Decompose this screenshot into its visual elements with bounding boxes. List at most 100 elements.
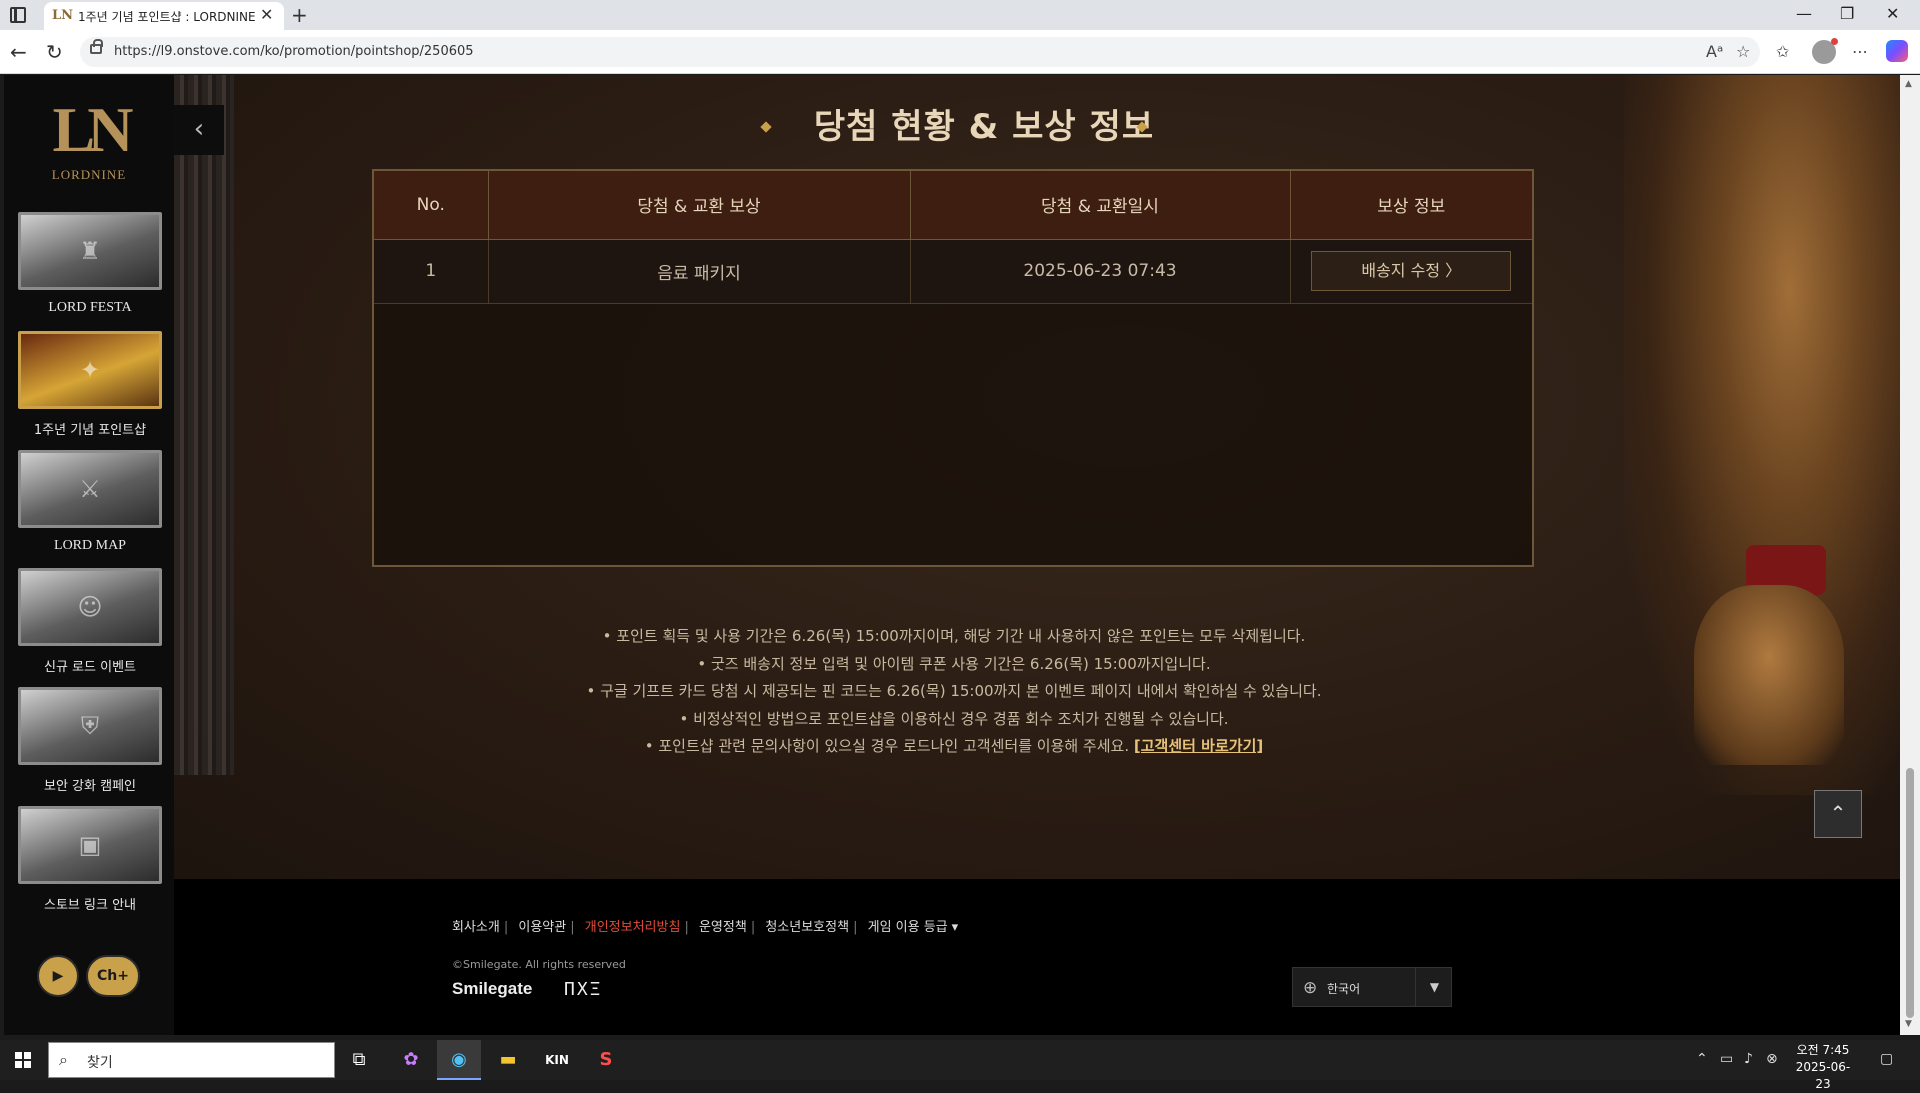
site-footer: 회사소개 | 이용약관 | 개인정보처리방침 | 운영정책 | 청소년보호정책 | 게임 … — [174, 879, 1900, 1035]
globe-icon: ⊕ — [1303, 978, 1318, 998]
notice-item: • 포인트 획득 및 사용 기간은 6.26(목) 15:00까지이며, 해당 … — [602, 627, 1306, 645]
youtube-icon[interactable]: ▶ — [37, 955, 79, 997]
page-scrollbar[interactable]: ▲ ▼ — [1900, 75, 1920, 1035]
scroll-thumb[interactable] — [1906, 768, 1914, 1018]
footer-link-privacy[interactable]: 개인정보처리방침 — [585, 920, 681, 935]
notice-item: • 구글 기프트 카드 당첨 시 제공되는 핀 코드는 6.26(목) 15:0… — [586, 682, 1322, 700]
sidebar-item-new-lord-event[interactable]: ☺ 신규 로드 이벤트 — [18, 568, 162, 678]
logo-mark: LN — [52, 94, 134, 165]
sidebar-item-label: LORD FESTA — [48, 300, 132, 315]
scroll-up-icon[interactable]: ▲ — [1905, 79, 1912, 89]
tab-title: 1주년 기념 포인트샵 : LORDNINE — [78, 10, 256, 24]
table-row: 1 음료 패키지 2025-06-23 07:43 배송지 수정 〉 — [374, 239, 1532, 304]
footer-link-youth[interactable]: 청소년보호정책 — [765, 920, 849, 935]
lordnine-favicon-icon: LN — [52, 8, 74, 23]
new-tab-icon[interactable]: + — [291, 3, 308, 27]
volume-icon[interactable]: ♪ — [1744, 1051, 1753, 1067]
sidebar-item-pointshop[interactable]: ✦ 1주년 기념 포인트샵 — [18, 331, 162, 441]
file-explorer-icon[interactable]: ▬ — [486, 1040, 530, 1080]
taskbar-clock[interactable]: 오전 7:45 2025-06-23 — [1790, 1042, 1856, 1093]
clock-time: 오전 7:45 — [1796, 1043, 1850, 1057]
web-page: LN LORDNINE ♜ LORD FESTA ✦ 1주년 기념 포인트샵 ⚔… — [4, 75, 1900, 1035]
footer-links: 회사소개 | 이용약관 | 개인정보처리방침 | 운영정책 | 청소년보호정책 | 게임 … — [452, 920, 959, 935]
copyright: ©Smilegate. All rights reserved — [452, 958, 626, 971]
sidebar-item-label: 신규 로드 이벤트 — [44, 660, 136, 675]
windows-start-icon[interactable] — [15, 1052, 31, 1068]
favorite-star-icon[interactable]: ☆ — [1736, 42, 1750, 61]
stove-link-thumbnail: ▣ — [18, 806, 162, 884]
column-header-datetime: 당첨 & 교환일시 — [910, 171, 1291, 240]
notification-icon[interactable]: ▢ — [1880, 1051, 1893, 1067]
tray-expand-icon[interactable]: ⌃ — [1696, 1051, 1708, 1067]
restore-icon[interactable]: ❐ — [1840, 4, 1854, 23]
sidebar-item-label: LORD MAP — [54, 538, 126, 553]
lordnine-logo[interactable]: LN LORDNINE — [24, 93, 154, 193]
section-title: 당첨 현황 & 보상 정보 — [813, 107, 1155, 147]
pointshop-thumbnail: ✦ — [18, 331, 162, 409]
event-sidebar: LN LORDNINE ♜ LORD FESTA ✦ 1주년 기념 포인트샵 ⚔… — [4, 75, 174, 1035]
notice-item-support: • 포인트샵 관련 문의사항이 있으실 경우 로드나인 고객센터를 이용해 주세… — [374, 733, 1534, 761]
kin-app-icon[interactable]: KIN — [535, 1040, 579, 1080]
column-header-reward-info: 보상 정보 — [1290, 171, 1532, 240]
footer-link-policy[interactable]: 운영정책 — [699, 920, 747, 935]
sidebar-item-security-campaign[interactable]: ⛨ 보안 강화 캠페인 — [18, 687, 162, 797]
smilegate-logo: Smilegate — [452, 979, 533, 998]
logo-text: LORDNINE — [51, 167, 127, 182]
footer-link-company[interactable]: 회사소개 — [452, 920, 500, 935]
sidebar-item-stove-link[interactable]: ▣ 스토브 링크 안내 — [18, 806, 162, 916]
window-close-icon[interactable]: ✕ — [1886, 4, 1899, 23]
back-icon[interactable]: ← — [10, 40, 27, 64]
column-header-reward: 당첨 & 교환 보상 — [488, 171, 911, 240]
tab-close-icon[interactable]: ✕ — [260, 5, 273, 24]
more-menu-icon[interactable]: ⋯ — [1852, 42, 1868, 61]
chevron-down-icon[interactable]: ▾ — [952, 920, 959, 935]
minimize-icon[interactable]: — — [1796, 4, 1812, 23]
url-field[interactable]: https://l9.onstove.com/ko/promotion/poin… — [80, 37, 1760, 67]
new-lord-thumbnail: ☺ — [18, 568, 162, 646]
taskbar-search-input[interactable]: ⌕ 찾기 — [48, 1042, 335, 1078]
channel-plus-icon[interactable]: Ch+ — [86, 955, 140, 997]
chevron-down-icon[interactable]: ▼ — [1415, 968, 1453, 1006]
edit-shipping-button[interactable]: 배송지 수정 〉 — [1311, 251, 1512, 291]
clock-date: 2025-06-23 — [1795, 1060, 1851, 1091]
tab-actions-icon[interactable] — [10, 7, 26, 23]
refresh-icon[interactable]: ↻ — [46, 40, 63, 64]
support-center-link[interactable]: [고객센터 바로가기] — [1134, 737, 1263, 755]
column-header-no: No. — [374, 171, 489, 240]
footer-link-terms[interactable]: 이용약관 — [518, 920, 566, 935]
sidebar-collapse-button[interactable]: ‹ — [174, 105, 224, 155]
row-reward: 음료 패키지 — [488, 239, 911, 304]
network-icon[interactable]: ▭ — [1720, 1051, 1733, 1067]
notice-item: • 비정상적인 방법으로 포인트샵을 이용하신 경우 경품 회수 조치가 진행될… — [679, 709, 1229, 728]
scroll-down-icon[interactable]: ▼ — [1905, 1019, 1912, 1029]
windows-taskbar: ⌕ 찾기 ⧉ ✿ ◉ ▬ KIN S ⌃ ▭ ♪ ⊗ 오전 7:45 2025-… — [0, 1040, 1920, 1091]
search-icon: ⌕ — [59, 1050, 68, 1069]
read-aloud-icon[interactable]: Aᵃ — [1706, 42, 1723, 61]
footer-link-rating[interactable]: 게임 이용 등급 — [868, 920, 948, 935]
row-number: 1 — [374, 239, 489, 304]
nx3-logo: ΠXΞ — [564, 979, 603, 1000]
notice-item: • 굿즈 배송지 정보 입력 및 아이템 쿠폰 사용 기간은 6.26(목) 1… — [697, 654, 1211, 673]
lord-map-thumbnail: ⚔ — [18, 450, 162, 528]
stove-app-icon[interactable]: S — [584, 1040, 628, 1080]
sidebar-item-lord-map[interactable]: ⚔ LORD MAP — [18, 450, 162, 560]
row-datetime: 2025-06-23 07:43 — [910, 239, 1291, 304]
notice-list: • 포인트 획득 및 사용 기간은 6.26(목) 15:00까지이며, 해당 … — [374, 623, 1534, 761]
favorites-icon[interactable]: ✩ — [1776, 42, 1789, 61]
knight-boot-artwork — [1694, 585, 1844, 765]
profile-avatar[interactable] — [1812, 38, 1838, 64]
task-view-icon[interactable]: ⧉ — [337, 1040, 381, 1080]
sidebar-item-label: 1주년 기념 포인트샵 — [33, 423, 147, 438]
copilot-app-icon[interactable]: ✿ — [389, 1040, 433, 1080]
language-selector[interactable]: ⊕ 한국어 ▼ — [1292, 967, 1452, 1007]
scroll-to-top-button[interactable]: ⌃ — [1814, 790, 1862, 838]
copilot-icon[interactable] — [1886, 40, 1908, 62]
table-header-row: No. 당첨 & 교환 보상 당첨 & 교환일시 보상 정보 — [374, 171, 1532, 240]
edge-browser-icon[interactable]: ◉ — [437, 1040, 481, 1080]
browser-tab[interactable]: LN 1주년 기념 포인트샵 : LORDNINE ✕ — [44, 2, 284, 30]
lock-icon — [90, 39, 103, 54]
sidebar-item-lord-festa[interactable]: ♜ LORD FESTA — [18, 212, 162, 322]
status-icon[interactable]: ⊗ — [1766, 1051, 1778, 1067]
browser-tab-bar: LN 1주년 기념 포인트샵 : LORDNINE ✕ + — ❐ ✕ — [0, 0, 1920, 30]
sidebar-item-label: 보안 강화 캠페인 — [44, 779, 136, 794]
